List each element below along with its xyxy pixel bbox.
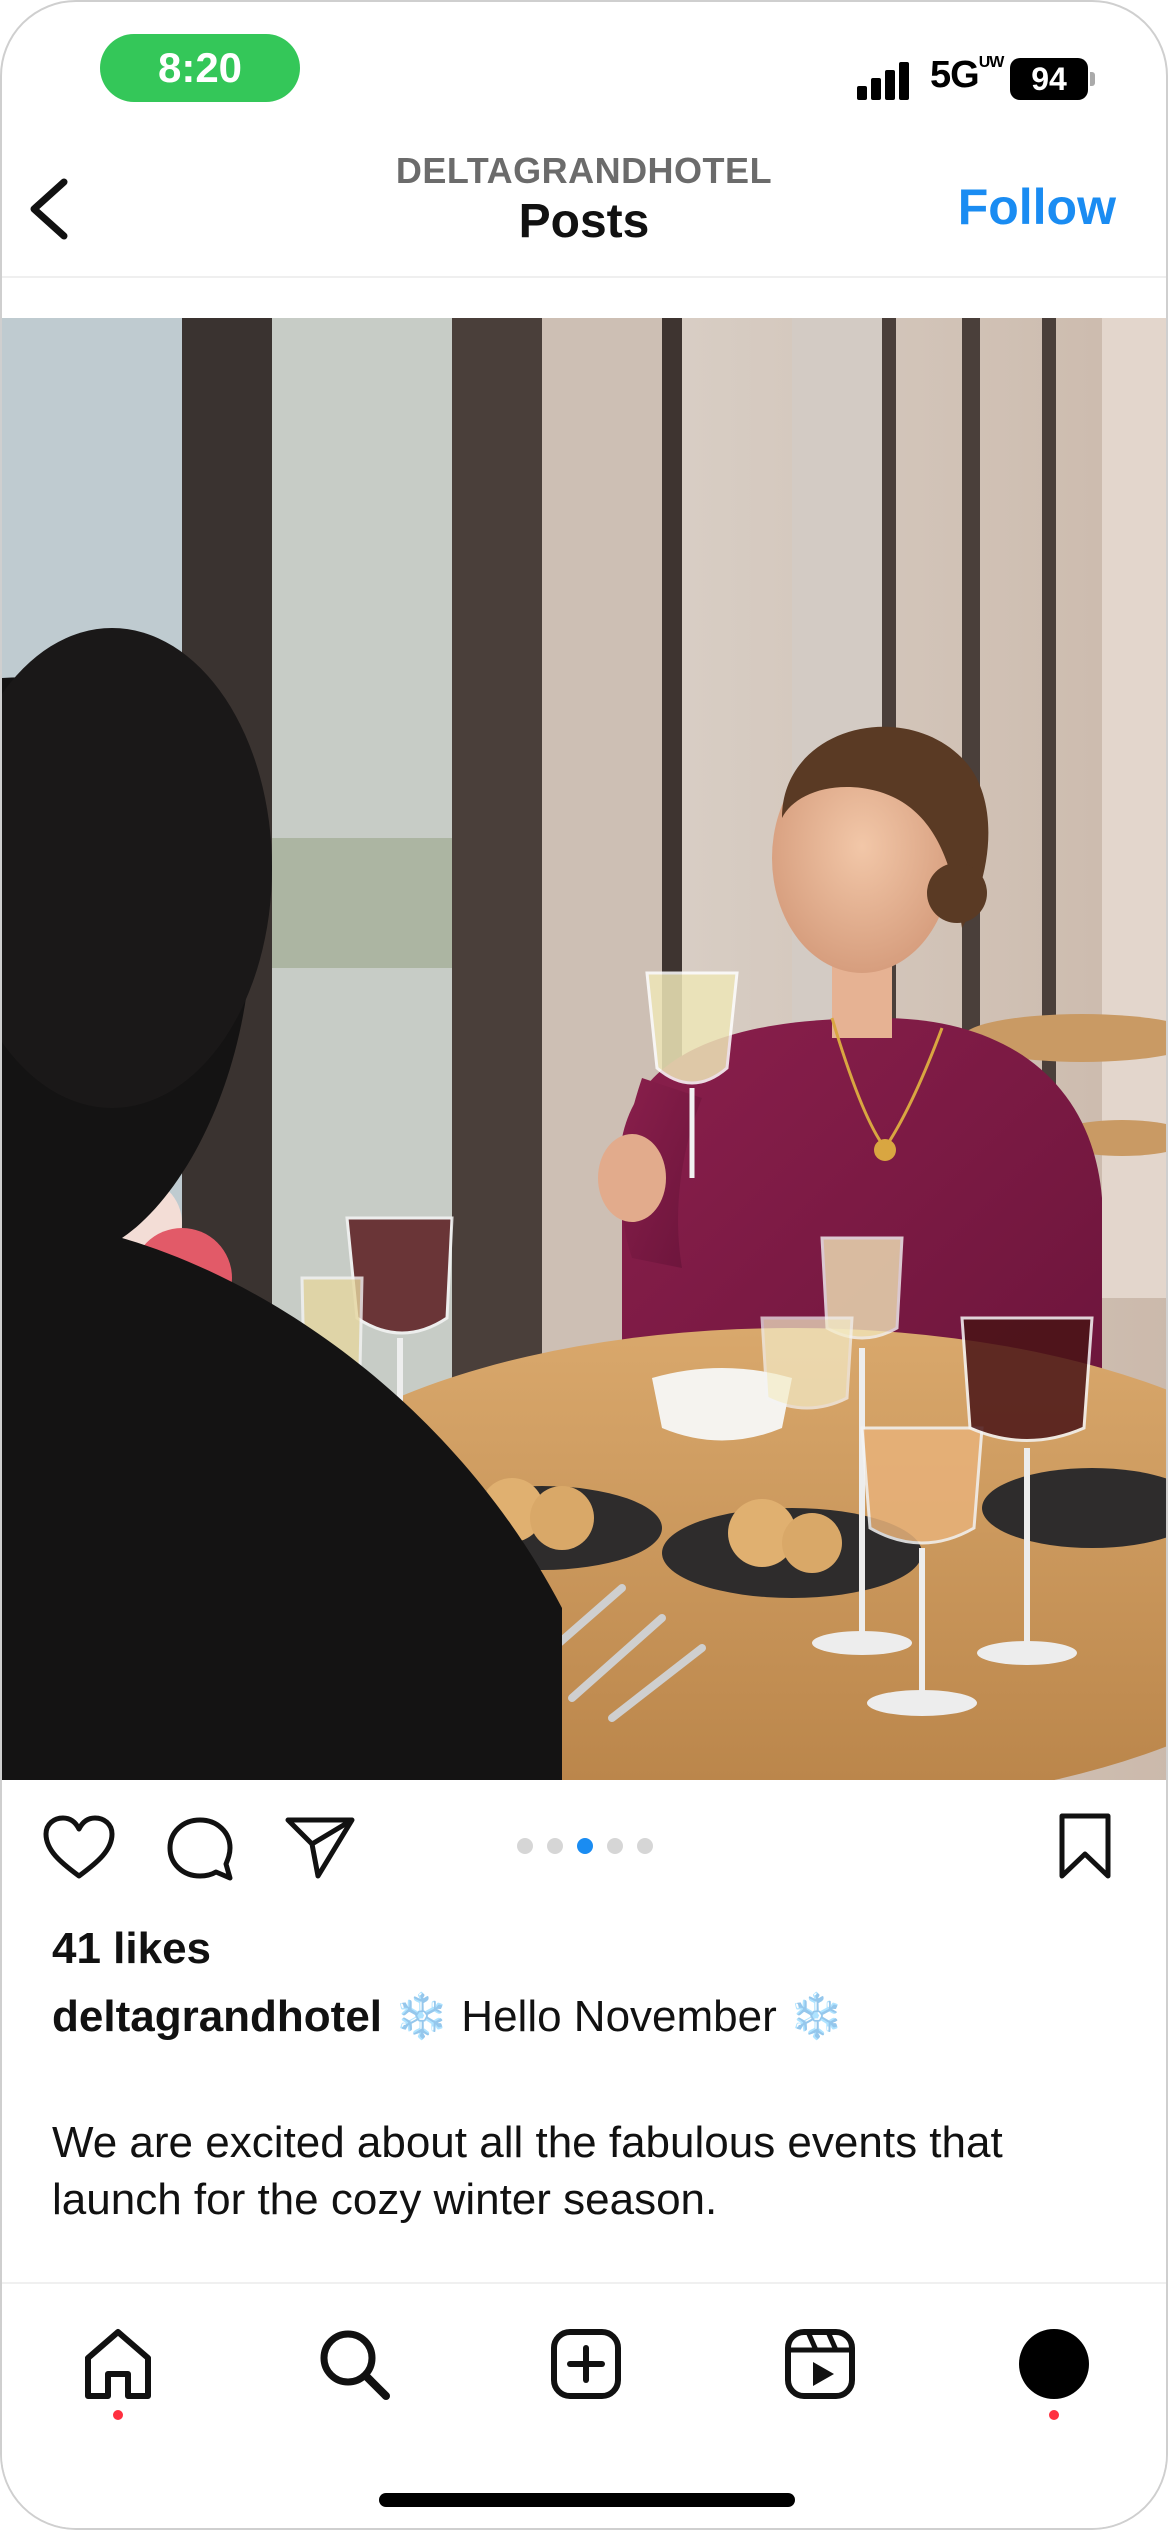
nav-reels[interactable] bbox=[780, 2324, 860, 2404]
nav-create[interactable] bbox=[546, 2324, 626, 2404]
carousel-dot bbox=[607, 1838, 623, 1854]
reels-icon bbox=[785, 2329, 855, 2399]
carousel-dot bbox=[547, 1838, 563, 1854]
carousel-dots bbox=[517, 1838, 653, 1858]
header-divider bbox=[2, 276, 1166, 278]
post-header: DELTAGRANDHOTEL Posts Follow bbox=[2, 132, 1166, 278]
nav-search[interactable] bbox=[314, 2324, 394, 2404]
heart-icon bbox=[43, 1815, 115, 1879]
plus-square-icon bbox=[551, 2329, 621, 2399]
signal-strength-icon bbox=[857, 60, 917, 100]
post-photo[interactable] bbox=[2, 318, 1166, 1780]
home-icon bbox=[85, 2329, 151, 2399]
battery-cap-icon bbox=[1090, 72, 1095, 86]
caption-headline: deltagrandhotel ❄️ Hello November ❄️ bbox=[52, 1990, 844, 2042]
carousel-dot bbox=[577, 1838, 593, 1854]
like-button[interactable] bbox=[40, 1814, 118, 1882]
network-indicator: 5GUW bbox=[930, 54, 1005, 97]
caption-headline-text: Hello November bbox=[461, 1992, 777, 2041]
likes-count[interactable]: 41 likes bbox=[52, 1924, 211, 1974]
caption-body: We are excited about all the fabulous ev… bbox=[52, 2118, 1003, 2224]
status-time: 8:20 bbox=[100, 34, 300, 102]
snowflake-icon: ❄️ bbox=[394, 1992, 450, 2041]
restaurant-dining-photo bbox=[2, 318, 1166, 1780]
network-label: 5G bbox=[930, 54, 980, 96]
share-button[interactable] bbox=[284, 1814, 356, 1882]
profile-notification-dot bbox=[1049, 2410, 1059, 2420]
comment-button[interactable] bbox=[164, 1812, 236, 1884]
profile-avatar-icon bbox=[1019, 2329, 1089, 2399]
carousel-dot bbox=[637, 1838, 653, 1854]
network-super-label: UW bbox=[978, 54, 1005, 72]
home-indicator bbox=[379, 2493, 795, 2507]
search-icon bbox=[320, 2330, 390, 2400]
snowflake-icon: ❄️ bbox=[789, 1992, 844, 2041]
comment-bubble-icon bbox=[167, 1817, 233, 1881]
status-bar: 8:20 5GUW 94 bbox=[2, 2, 1166, 132]
nav-profile[interactable] bbox=[1014, 2324, 1094, 2404]
home-notification-dot bbox=[113, 2410, 123, 2420]
carousel-dot bbox=[517, 1838, 533, 1854]
phone-frame: 8:20 5GUW 94 DELTAGRANDHOTEL Posts Follo… bbox=[0, 0, 1168, 2530]
paper-plane-icon bbox=[285, 1817, 355, 1879]
follow-button[interactable]: Follow bbox=[958, 178, 1116, 236]
nav-home[interactable] bbox=[78, 2324, 158, 2404]
caption-username[interactable]: deltagrandhotel bbox=[52, 1992, 382, 2041]
bookmark-icon bbox=[1059, 1813, 1111, 1879]
save-button[interactable] bbox=[1056, 1812, 1114, 1882]
battery-indicator: 94 bbox=[1010, 58, 1088, 100]
